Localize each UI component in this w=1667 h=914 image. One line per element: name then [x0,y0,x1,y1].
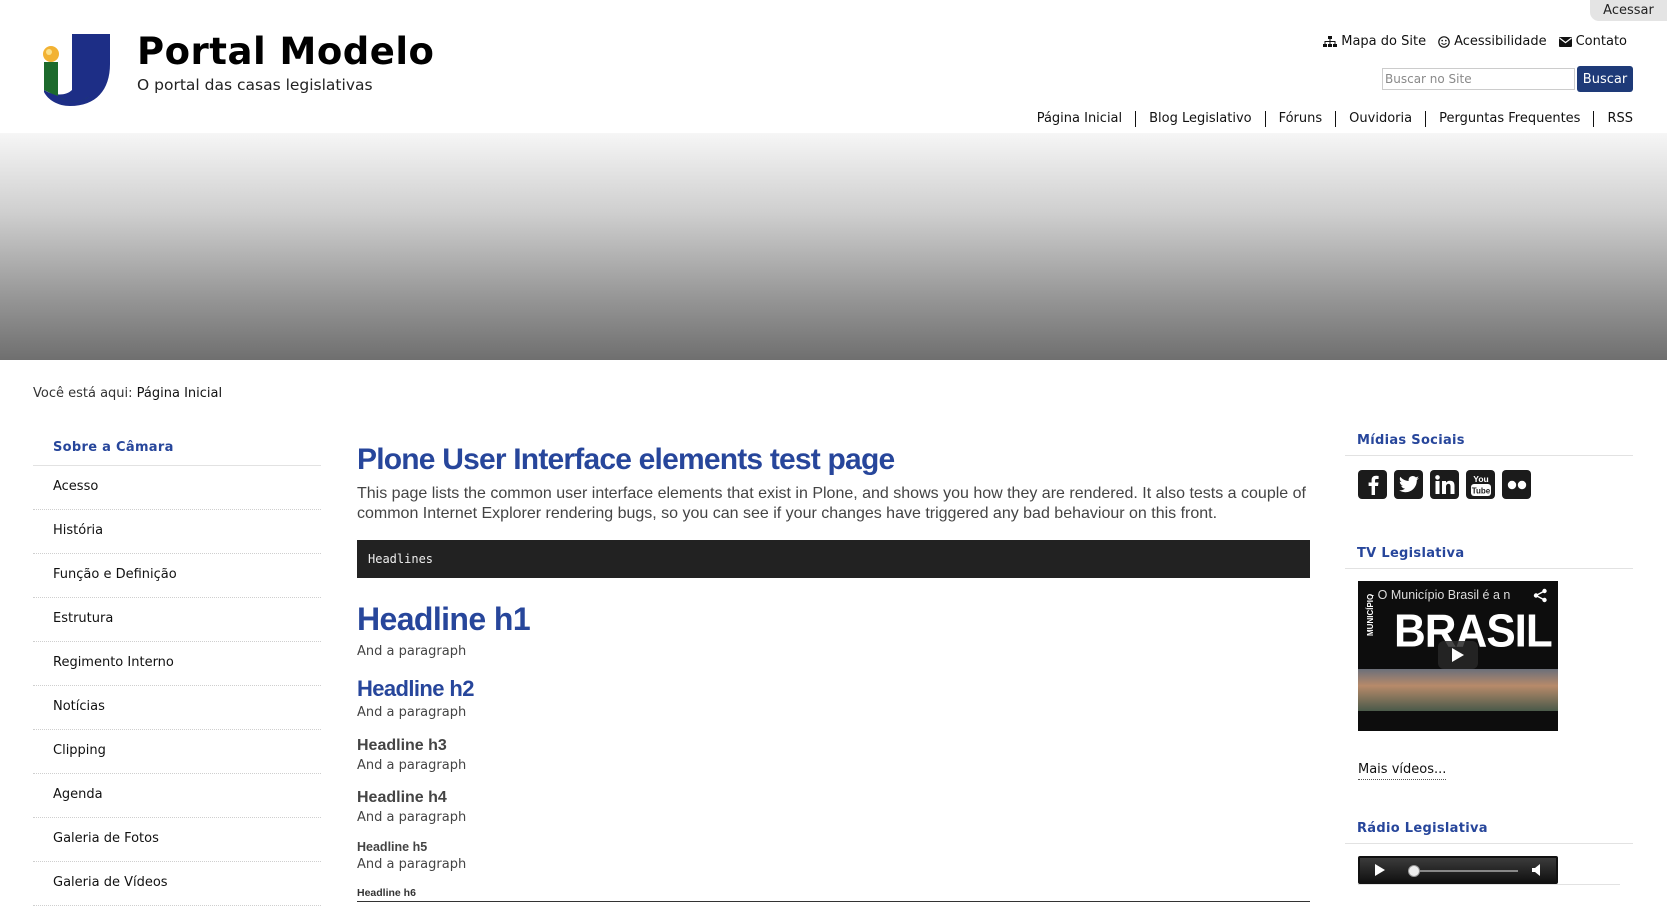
headline-h2: Headline h2 [357,676,474,701]
paragraph: And a paragraph [357,810,467,825]
left-navigation-portlet: Sobre a Câmara Acesso História Função e … [33,430,321,906]
nav-faq[interactable]: Perguntas Frequentes [1426,111,1595,127]
divider [1358,884,1620,885]
audio-player [1358,856,1558,884]
menu-item-estrutura[interactable]: Estrutura [33,598,321,642]
nav-home[interactable]: Página Inicial [1024,111,1137,127]
breadcrumb-prefix: Você está aqui: [33,386,133,401]
paragraph: And a paragraph [357,758,467,773]
sitemap-link[interactable]: Mapa do Site [1323,34,1426,49]
nav-blog[interactable]: Blog Legislativo [1136,111,1266,127]
search-button[interactable]: Buscar [1577,66,1633,92]
menu-item-agenda[interactable]: Agenda [33,774,321,818]
menu-item-fotos[interactable]: Galeria de Fotos [33,818,321,862]
video-brand-small: MUNICÍPIO [1366,593,1375,636]
svg-text:You: You [1473,474,1488,484]
play-icon [1452,648,1464,662]
nav-forums[interactable]: Fóruns [1266,111,1337,127]
audio-progress-knob[interactable] [1408,865,1420,877]
video-thumbnail [1358,669,1558,711]
video-player[interactable]: - O Município Brasil é a n MUNICÍPIO BRA… [1358,581,1558,731]
volume-icon[interactable] [1532,864,1546,876]
nav-rss[interactable]: RSS [1594,111,1635,127]
linkedin-icon[interactable] [1430,470,1459,499]
more-videos-link[interactable]: Mais vídeos... [1358,761,1447,780]
sitemap-icon [1323,35,1338,47]
audio-progress-track[interactable] [1408,870,1518,872]
paragraph: And a paragraph [357,644,467,659]
flickr-icon[interactable] [1502,470,1531,499]
main-content: Plone User Interface elements test page … [357,440,1310,902]
page-description: This page lists the common user interfac… [357,485,1306,522]
breadcrumb: Você está aqui: Página Inicial [33,386,222,401]
headline-h1: Headline h1 [357,601,531,637]
menu-item-funcao[interactable]: Função e Definição [33,554,321,598]
search-input[interactable] [1382,68,1575,90]
site-actions: Mapa do Site Acessibilidade Contato [1323,34,1627,49]
page-title: Plone User Interface elements test page [357,443,895,476]
paragraph: And a paragraph [357,857,467,872]
menu-item-clipping[interactable]: Clipping [33,730,321,774]
code-block: Headlines [357,540,1310,578]
menu-item-acesso[interactable]: Acesso [33,466,321,510]
share-icon[interactable] [1533,588,1548,603]
svg-text:Tube: Tube [1471,486,1490,495]
logo-icon [43,34,110,106]
play-icon[interactable] [1374,864,1386,876]
right-column: Mídias Sociais You Tube TV Legislativa - … [1345,428,1633,885]
site-title[interactable]: Portal Modelo [137,30,434,73]
contact-link[interactable]: Contato [1558,34,1627,49]
radio-header: Rádio Legislativa [1345,816,1633,844]
site-tagline: O portal das casas legislativas [137,76,373,94]
sitemap-label: Mapa do Site [1341,34,1427,49]
menu-item-videos[interactable]: Galeria de Vídeos [33,862,321,906]
twitter-icon[interactable] [1394,470,1423,499]
youtube-icon[interactable]: You Tube [1466,470,1495,499]
facebook-icon[interactable] [1358,470,1387,499]
accessibility-label: Acessibilidade [1454,34,1547,49]
envelope-icon [1558,36,1572,47]
accessibility-icon [1438,35,1450,48]
login-tab[interactable]: Acessar [1590,0,1667,21]
social-media-header: Mídias Sociais [1345,428,1633,456]
video-title: - O Município Brasil é a n [1370,588,1511,602]
site-logo[interactable] [40,34,116,108]
headline-h4: Headline h4 [357,789,447,806]
menu-item-noticias[interactable]: Notícias [33,686,321,730]
headline-h6: Headline h6 [357,886,1310,902]
contact-label: Contato [1575,34,1627,49]
breadcrumb-home[interactable]: Página Inicial [137,386,222,401]
accessibility-link[interactable]: Acessibilidade [1438,34,1547,49]
header-banner [0,133,1667,360]
headline-h3: Headline h3 [357,737,447,754]
menu-item-regimento[interactable]: Regimento Interno [33,642,321,686]
tv-header: TV Legislativa [1345,541,1633,569]
social-icons: You Tube [1345,470,1633,499]
headline-h5: Headline h5 [357,840,428,854]
play-button[interactable] [1438,641,1478,669]
menu-item-historia[interactable]: História [33,510,321,554]
portlet-header[interactable]: Sobre a Câmara [33,430,321,466]
nav-ombudsman[interactable]: Ouvidoria [1336,111,1427,127]
paragraph: And a paragraph [357,705,467,720]
main-nav: Página Inicial Blog Legislativo Fóruns O… [1024,111,1635,127]
